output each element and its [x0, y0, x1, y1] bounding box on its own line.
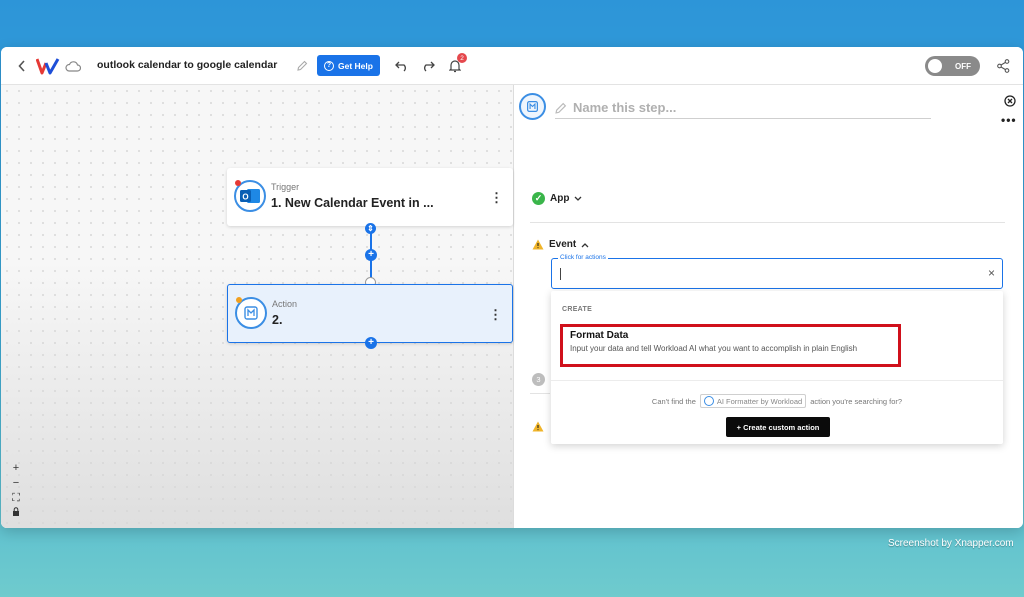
watermark: Screenshot by Xnapper.com [888, 538, 1014, 549]
step-number-badge: 3 [532, 373, 545, 386]
close-icon[interactable] [1004, 94, 1017, 107]
redo-icon[interactable] [420, 58, 436, 74]
get-help-button[interactable]: ? Get Help [317, 55, 380, 76]
divider [530, 393, 550, 394]
event-label: Event [549, 239, 577, 250]
fit-view-icon[interactable]: ⛶ [9, 492, 23, 507]
node-menu-icon[interactable]: ⋮ [489, 307, 502, 323]
app-label: App [550, 193, 570, 204]
zoom-out-icon[interactable]: − [9, 477, 23, 492]
search-hint: Can't find the AI Formatter by Workload … [551, 394, 1003, 408]
question-icon: ? [324, 60, 335, 71]
dropdown-section-label: CREATE [562, 306, 593, 313]
back-icon[interactable] [15, 58, 29, 74]
event-search-input[interactable]: Click for actions × [551, 254, 1003, 289]
warning-icon [532, 419, 544, 437]
option-title: Format Data [570, 330, 629, 341]
get-help-label: Get Help [338, 60, 373, 71]
node-menu-icon[interactable]: ⋮ [490, 190, 503, 206]
toggle-label: OFF [955, 61, 971, 71]
top-bar: outlook calendar to google calendar ? Ge… [1, 47, 1023, 85]
chevron-up-icon [581, 242, 589, 247]
zoom-in-icon[interactable]: + [9, 462, 23, 477]
pencil-icon [555, 102, 567, 114]
create-custom-action-button[interactable]: + Create custom action [726, 417, 830, 437]
workflow-canvas[interactable]: O Trigger 1. New Calendar Event in ... ⋮… [1, 85, 514, 528]
connector-handle[interactable]: ⇕ [365, 223, 376, 234]
notification-badge: 2 [457, 53, 467, 63]
app-chip: AI Formatter by Workload [699, 394, 807, 408]
action-node[interactable]: Action 2. ⋮ [227, 284, 513, 343]
add-step-icon[interactable]: + [365, 249, 377, 261]
status-dot [235, 180, 241, 186]
undo-icon[interactable] [394, 58, 410, 74]
hint-text: Can't find the [651, 396, 696, 406]
app-window: outlook calendar to google calendar ? Ge… [1, 47, 1023, 528]
clear-icon[interactable]: × [988, 266, 995, 280]
app-chip-label: AI Formatter by Workload [716, 396, 803, 406]
workflow-title[interactable]: outlook calendar to google calendar [97, 59, 277, 71]
divider [530, 222, 1005, 223]
status-dot [236, 297, 242, 303]
node-kind: Action [272, 299, 298, 309]
pencil-icon[interactable] [296, 59, 309, 72]
workflow-toggle[interactable]: OFF [925, 56, 980, 76]
hint-text: action you're searching for? [810, 396, 903, 406]
check-icon: ✓ [532, 192, 545, 205]
lock-icon[interactable] [9, 507, 23, 522]
divider [551, 380, 1003, 381]
step-name-input[interactable]: Name this step... [555, 97, 931, 119]
step-name-placeholder: Name this step... [573, 100, 677, 115]
workload-logo[interactable] [36, 57, 60, 75]
option-description: Input your data and tell Workload AI wha… [570, 344, 858, 353]
chevron-down-icon [574, 196, 582, 201]
more-options-icon[interactable]: ••• [1001, 113, 1017, 127]
format-data-option[interactable]: Format Data Input your data and tell Wor… [560, 324, 901, 367]
toggle-knob [928, 59, 942, 73]
add-step-icon[interactable]: + [365, 337, 377, 349]
node-name: 2. [272, 313, 283, 327]
ai-formatter-icon [703, 396, 714, 406]
node-name: 1. New Calendar Event in ... [271, 196, 434, 210]
trigger-node[interactable]: O Trigger 1. New Calendar Event in ... ⋮ [227, 168, 513, 226]
zoom-controls: + − ⛶ [9, 462, 23, 522]
event-section[interactable]: Event [532, 239, 589, 250]
text-caret [560, 268, 561, 280]
app-section[interactable]: ✓ App [532, 192, 582, 205]
ai-formatter-icon [519, 93, 546, 120]
node-kind: Trigger [271, 182, 300, 192]
step-config-panel: Name this step... ••• ✓ App Event Click … [515, 85, 1023, 528]
svg-text:O: O [242, 193, 248, 202]
event-field-label: Click for actions [558, 254, 608, 261]
warning-icon [532, 239, 544, 250]
cloud-icon [65, 59, 81, 73]
share-icon[interactable] [996, 58, 1010, 74]
event-dropdown: CREATE Format Data Input your data and t… [551, 291, 1003, 444]
